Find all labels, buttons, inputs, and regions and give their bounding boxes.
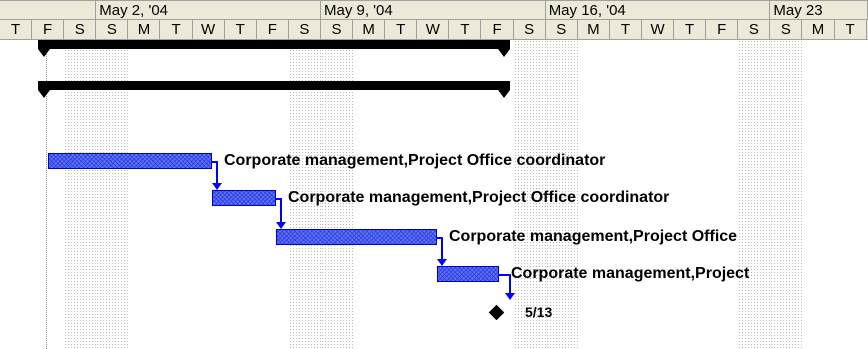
timescale-day-label: F bbox=[706, 20, 739, 39]
summary-end-cap bbox=[498, 90, 510, 98]
timescale-week-label: May 16, '04 bbox=[546, 1, 771, 19]
timescale-day-label: M bbox=[353, 20, 386, 39]
timescale-day-label: T bbox=[835, 20, 867, 39]
task-resource-label: Corporate management,Project bbox=[511, 265, 750, 282]
gantt-chart-area[interactable]: Corporate management,Project Office coor… bbox=[0, 40, 868, 349]
task-resource-label: Corporate management,Project Office coor… bbox=[288, 189, 670, 206]
timescale-day-label: S bbox=[770, 20, 803, 39]
timescale-day-label: F bbox=[32, 20, 65, 39]
timescale-week-row: May 2, '04 May 9, '04 May 16, '04 May 23 bbox=[0, 0, 868, 20]
timescale-day-label: S bbox=[96, 20, 129, 39]
timescale-day-label: M bbox=[803, 20, 835, 39]
summary-task-bar[interactable] bbox=[38, 81, 510, 90]
summary-end-cap bbox=[498, 49, 510, 57]
timescale-day-label: T bbox=[674, 20, 707, 39]
timescale-day-row: TFSSMTWTFSSMTWTFSSMTWTFSSMT bbox=[0, 20, 868, 40]
dependency-link-line bbox=[216, 161, 218, 183]
dependency-link-line bbox=[509, 274, 511, 293]
timescale-day-label: S bbox=[738, 20, 771, 39]
task-resource-label: Corporate management,Project Office coor… bbox=[224, 152, 606, 169]
timescale-day-label: T bbox=[610, 20, 642, 39]
timescale-day-label: M bbox=[128, 20, 161, 39]
timescale-week-label: May 2, '04 bbox=[96, 1, 321, 19]
timescale-day-label: M bbox=[578, 20, 610, 39]
dependency-arrow-icon bbox=[505, 293, 515, 300]
summary-start-cap bbox=[38, 90, 50, 98]
summary-start-cap bbox=[38, 49, 50, 57]
summary-task-bar[interactable] bbox=[38, 40, 510, 49]
gantt-chart-view: May 2, '04 May 9, '04 May 16, '04 May 23 TF… bbox=[0, 0, 868, 349]
milestone-date-label: 5/13 bbox=[525, 304, 553, 320]
weekend-shading bbox=[738, 40, 771, 349]
dependency-link-line bbox=[441, 237, 443, 259]
timescale-day-label: W bbox=[642, 20, 675, 39]
timescale-week-cell bbox=[0, 1, 97, 19]
timescale-day-label: F bbox=[257, 20, 289, 39]
timescale-day-label: T bbox=[0, 20, 33, 39]
timescale-day-label: T bbox=[225, 20, 257, 39]
task-bar[interactable] bbox=[48, 153, 212, 169]
timescale-day-label: W bbox=[417, 20, 450, 39]
task-bar[interactable] bbox=[212, 190, 276, 206]
timescale-day-label: F bbox=[482, 20, 514, 39]
timescale-day-label: S bbox=[514, 20, 546, 39]
timescale-day-label: S bbox=[64, 20, 97, 39]
task-bar[interactable] bbox=[437, 266, 499, 282]
dependency-arrow-icon bbox=[437, 259, 447, 266]
timescale-week-label: May 23 bbox=[770, 1, 868, 19]
timescale-day-label: S bbox=[546, 20, 578, 39]
timescale-week-label: May 9, '04 bbox=[321, 1, 546, 19]
dependency-link-line bbox=[280, 198, 282, 222]
dependency-arrow-icon bbox=[212, 183, 222, 190]
timescale-day-label: W bbox=[193, 20, 225, 39]
timescale-day-label: S bbox=[289, 20, 321, 39]
timescale-day-label: T bbox=[161, 20, 193, 39]
timescale-day-label: T bbox=[449, 20, 482, 39]
timescale-day-label: S bbox=[321, 20, 354, 39]
dependency-arrow-icon bbox=[276, 222, 286, 229]
task-resource-label: Corporate management,Project Office bbox=[449, 228, 738, 245]
task-bar[interactable] bbox=[276, 229, 437, 245]
weekend-shading bbox=[770, 40, 803, 349]
timescale-day-label: T bbox=[385, 20, 418, 39]
milestone-diamond-icon[interactable] bbox=[488, 304, 505, 321]
